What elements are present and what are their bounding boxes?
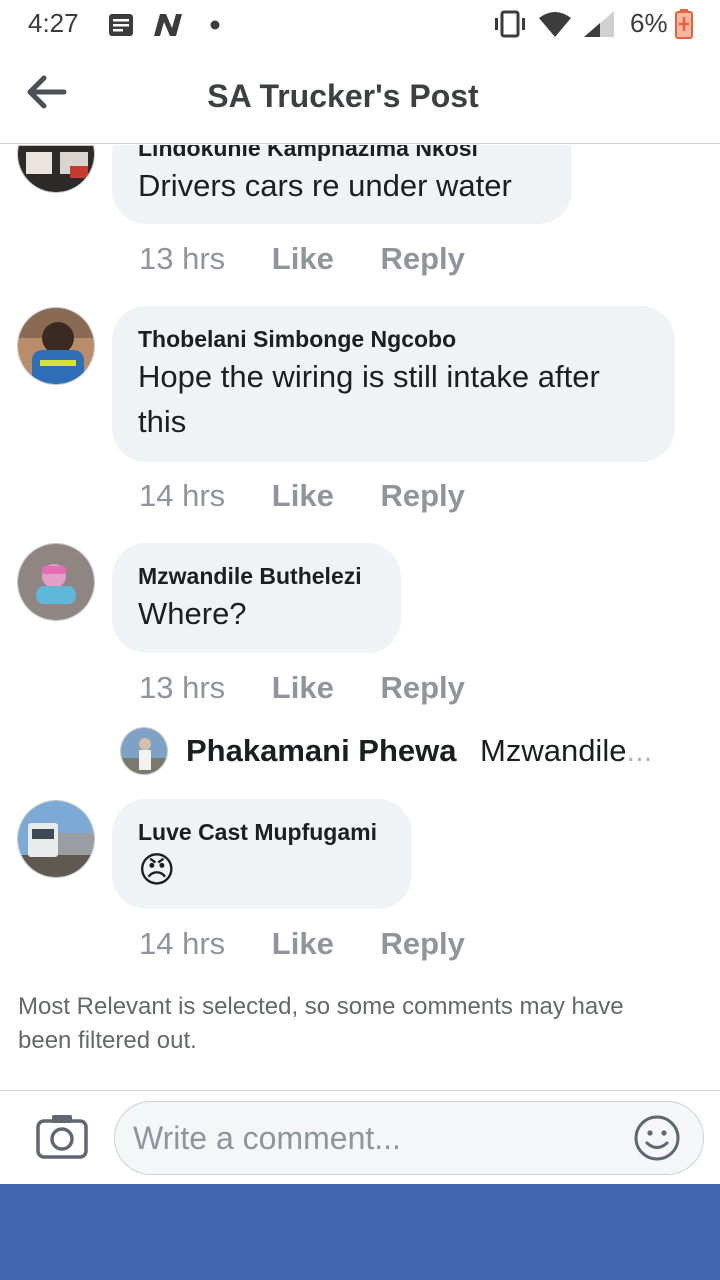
- reply-button[interactable]: Reply: [380, 670, 464, 705]
- vibrate-icon: [495, 10, 525, 38]
- smiley-icon[interactable]: [633, 1114, 681, 1162]
- comment-bubble[interactable]: Mzwandile Buthelezi Where?: [112, 543, 401, 653]
- comment-bubble[interactable]: Thobelani Simbonge Ngcobo Hope the wirin…: [112, 306, 675, 462]
- like-button[interactable]: Like: [272, 926, 334, 961]
- avatar-child-hat-photo: [18, 544, 94, 620]
- battery-percent: 6%: [630, 8, 668, 38]
- comment-input[interactable]: Write a comment...: [114, 1101, 704, 1175]
- dot-icon: [210, 20, 220, 30]
- app-header: SA Trucker's Post: [0, 50, 720, 144]
- reply-avatar[interactable]: [120, 727, 168, 775]
- reply-button[interactable]: Reply: [380, 241, 464, 276]
- comment-text: Drivers cars re under water: [138, 168, 512, 203]
- comment-bubble[interactable]: Luve Cast Mupfugami 😠: [112, 799, 412, 909]
- comment-time: 13 hrs: [139, 670, 226, 705]
- page-title: SA Trucker's Post: [207, 78, 479, 114]
- status-bar: 4:27 6%: [0, 0, 720, 50]
- comment-meta: 14 hrs Like Reply: [139, 478, 503, 514]
- comment-emoji: 😠: [138, 849, 176, 890]
- reply-author[interactable]: Phakamani Phewa: [186, 733, 457, 769]
- avatar-truck-photo: [18, 801, 94, 877]
- camera-icon[interactable]: [36, 1113, 88, 1159]
- comment-time: 14 hrs: [139, 478, 226, 513]
- comment-meta: 13 hrs Like Reply: [139, 241, 503, 277]
- avatar-truck-interior: [18, 145, 94, 192]
- avatar[interactable]: [17, 307, 95, 385]
- comment-composer: Write a comment...: [0, 1090, 720, 1184]
- comment-meta: 14 hrs Like Reply: [139, 926, 503, 962]
- reply-ellipsis: ...: [626, 733, 653, 768]
- message-icon: [109, 14, 133, 36]
- comment-time: 14 hrs: [139, 926, 226, 961]
- like-button[interactable]: Like: [272, 670, 334, 705]
- reply-text-preview: Mzwandile...: [480, 733, 652, 769]
- reply-button[interactable]: Reply: [380, 926, 464, 961]
- comment-text: Hope the wiring is still intake after th…: [138, 359, 600, 439]
- comment-author[interactable]: Lindokuhle Kamphazima Nkosi: [138, 145, 546, 163]
- comment-placeholder: Write a comment...: [133, 1120, 401, 1156]
- battery-icon: [675, 9, 693, 39]
- like-button[interactable]: Like: [272, 478, 334, 513]
- avatar-person-outdoors: [121, 728, 167, 774]
- comment-bubble[interactable]: Lindokuhle Kamphazima Nkosi Drivers cars…: [112, 145, 572, 224]
- filter-notice: Most Relevant is selected, so some comme…: [18, 993, 624, 1054]
- reply-preview[interactable]: Phakamani Phewa Mzwandile...: [120, 727, 700, 777]
- comment-time: 13 hrs: [139, 241, 226, 276]
- reply-text: Mzwandile: [480, 733, 627, 768]
- comment-author[interactable]: Mzwandile Buthelezi: [138, 561, 375, 591]
- comment-author[interactable]: Luve Cast Mupfugami: [138, 817, 386, 847]
- avatar-child-photo: [18, 308, 94, 384]
- avatar[interactable]: [17, 543, 95, 621]
- avatar[interactable]: [17, 145, 95, 193]
- comments-feed[interactable]: Lindokuhle Kamphazima Nkosi Drivers cars…: [0, 145, 720, 1090]
- comment-text: Where?: [138, 596, 247, 631]
- n-app-icon: [154, 14, 182, 36]
- signal-icon: [584, 11, 614, 37]
- bottom-blue-bar: [0, 1184, 720, 1280]
- reply-button[interactable]: Reply: [380, 478, 464, 513]
- comment-meta: 13 hrs Like Reply: [139, 670, 503, 706]
- comment-author[interactable]: Thobelani Simbonge Ngcobo: [138, 324, 649, 354]
- status-time: 4:27: [28, 8, 79, 38]
- avatar[interactable]: [17, 800, 95, 878]
- like-button[interactable]: Like: [272, 241, 334, 276]
- wifi-icon: [539, 12, 571, 37]
